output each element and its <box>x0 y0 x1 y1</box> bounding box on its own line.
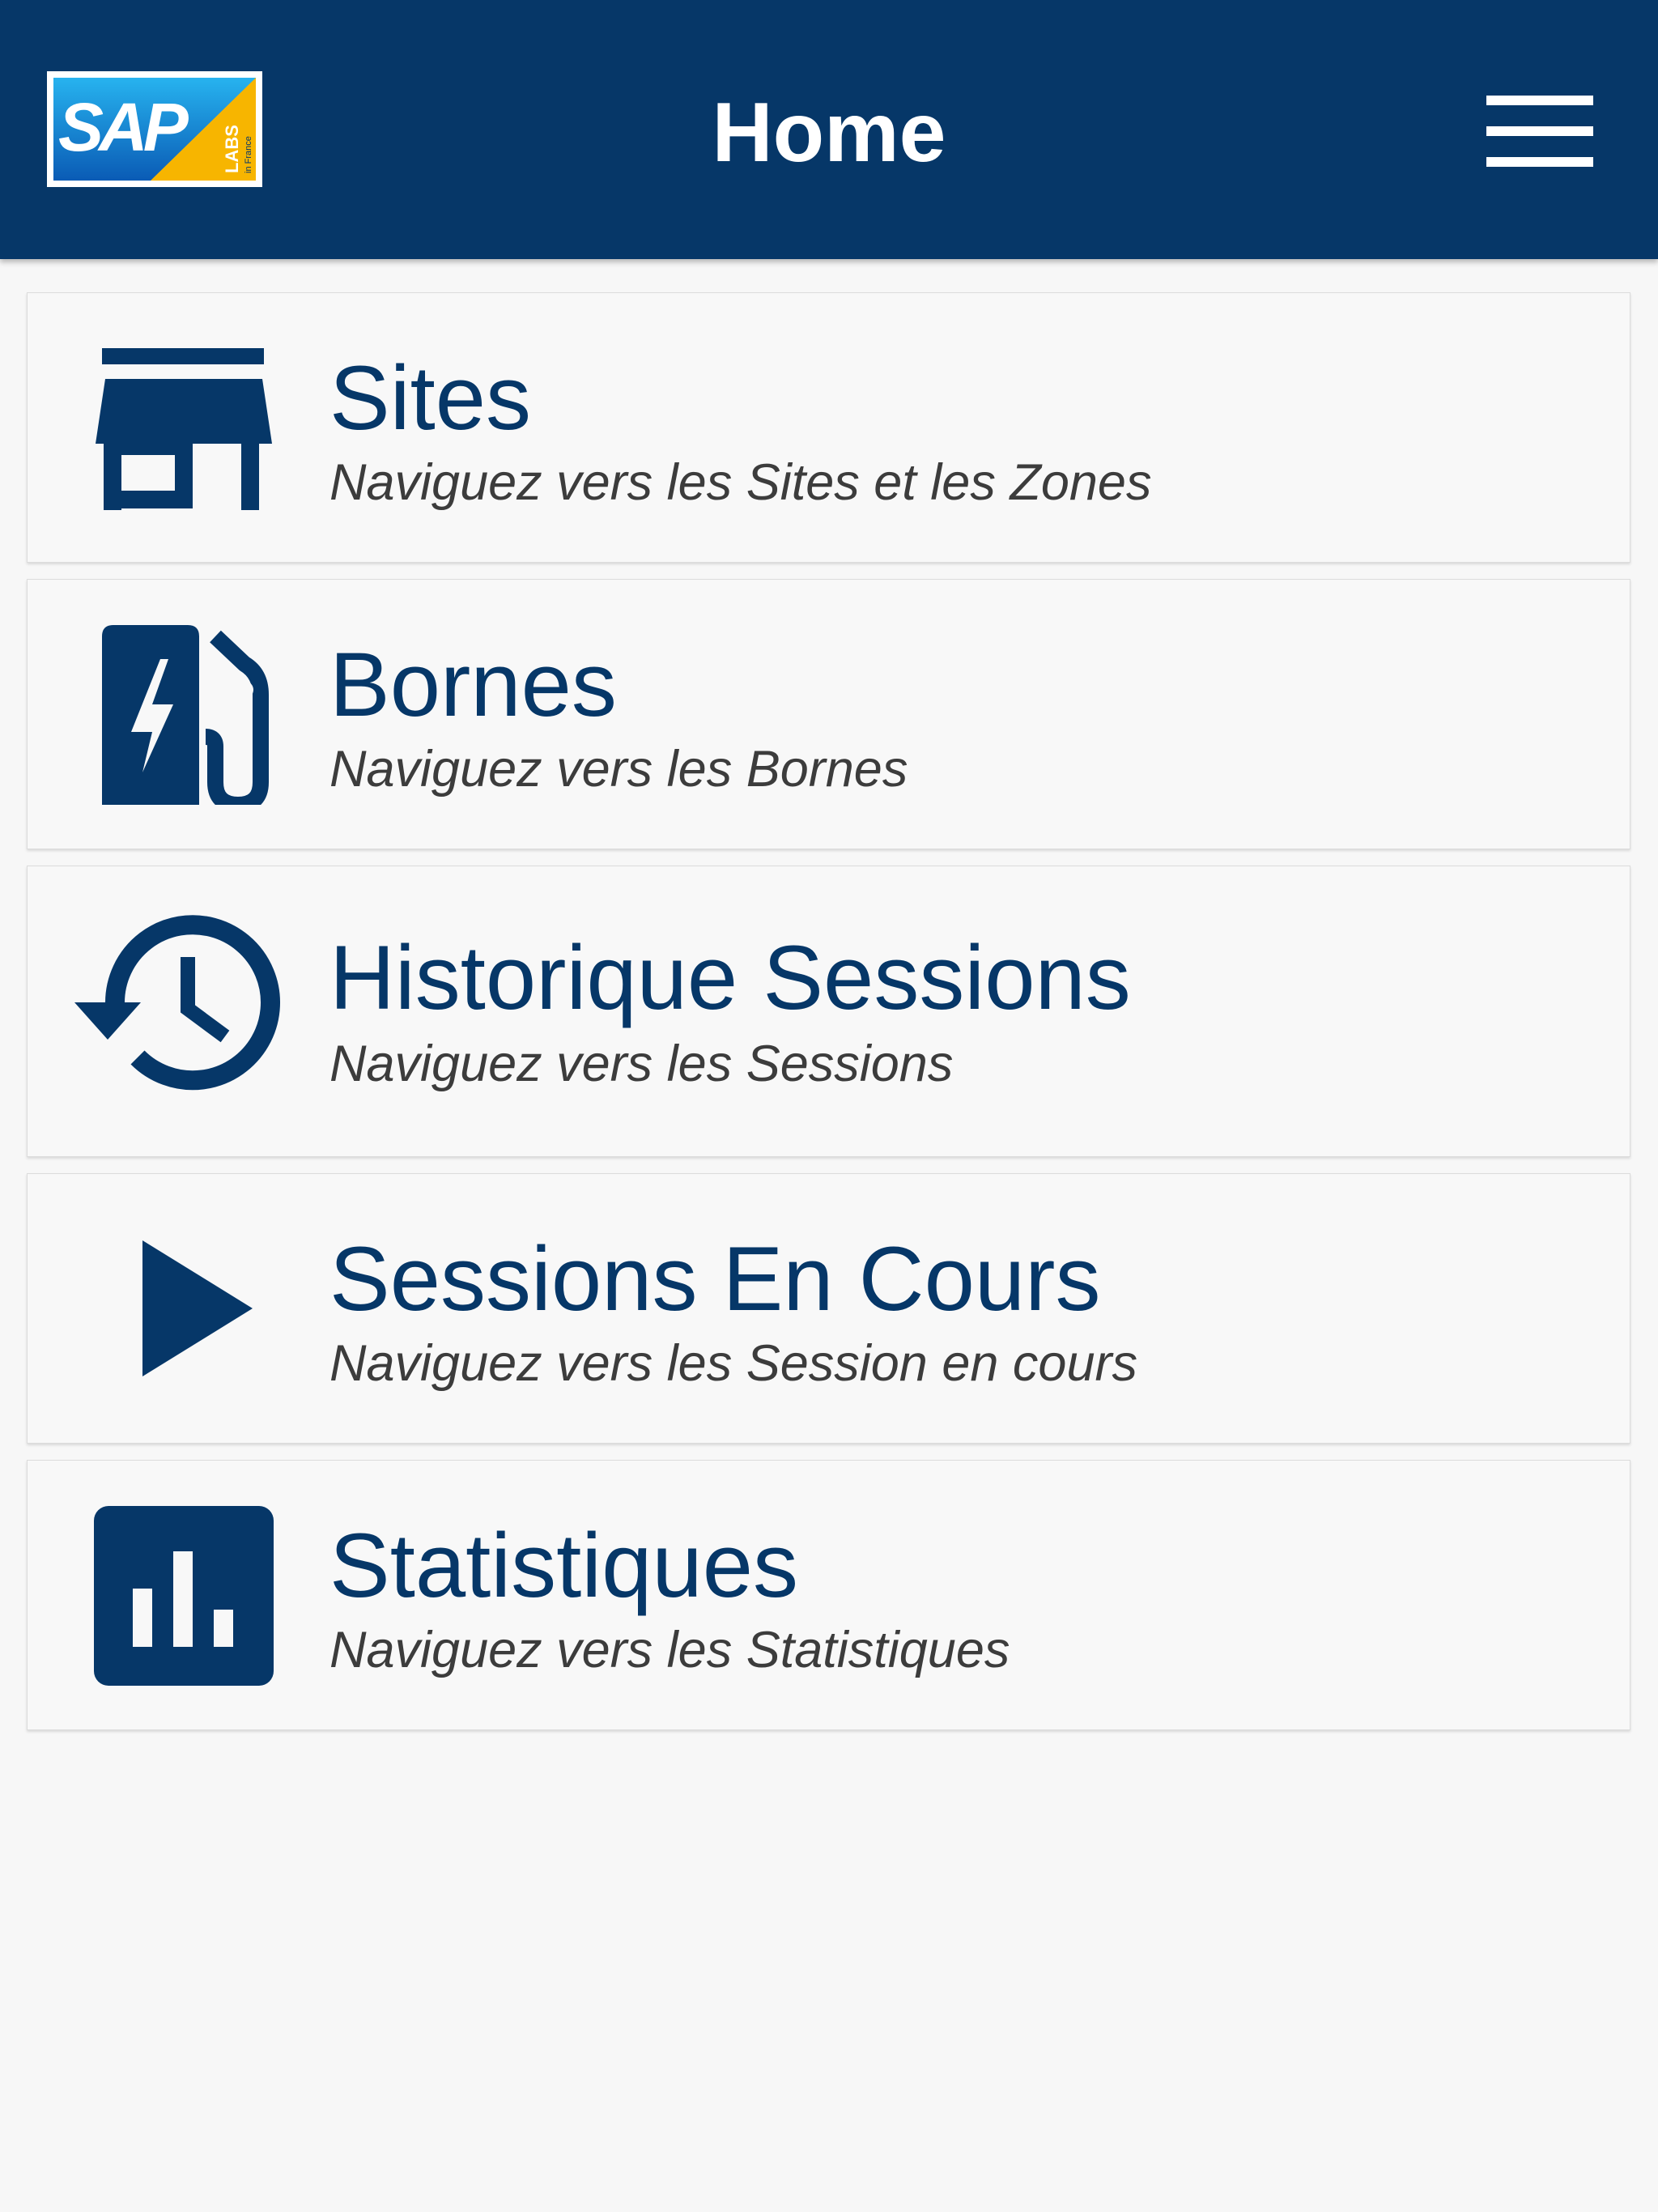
bar-chart-icon <box>94 1506 274 1686</box>
nav-item-subtitle: Naviguez vers les Bornes <box>329 741 908 798</box>
nav-item-subtitle: Naviguez vers les Sessions <box>329 1036 954 1092</box>
nav-item-historique-sessions[interactable]: Historique Sessions Naviguez vers les Se… <box>27 866 1630 1157</box>
menu-bar-middle <box>1486 126 1593 136</box>
nav-item-subtitle: Naviguez vers les Statistiques <box>329 1622 1010 1678</box>
menu-bar-top <box>1486 96 1593 105</box>
nav-item-statistiques[interactable]: Statistiques Naviguez vers les Statistiq… <box>27 1460 1630 1730</box>
play-icon <box>142 1240 253 1376</box>
app-header: SAP LABS in France Home <box>0 0 1658 259</box>
nav-item-sites[interactable]: Sites Naviguez vers les Sites et les Zon… <box>27 292 1630 563</box>
nav-item-sessions-en-cours[interactable]: Sessions En Cours Naviguez vers les Sess… <box>27 1173 1630 1444</box>
page-title: Home <box>712 86 946 180</box>
nav-item-subtitle: Naviguez vers les Sites et les Zones <box>329 454 1152 511</box>
nav-item-title: Sites <box>329 347 531 449</box>
nav-item-title: Bornes <box>329 634 617 735</box>
nav-item-title: Statistiques <box>329 1515 798 1616</box>
store-icon <box>96 348 272 510</box>
nav-item-title: Sessions En Cours <box>329 1228 1101 1329</box>
nav-item-title: Historique Sessions <box>329 927 1131 1028</box>
menu-bar-bottom <box>1486 157 1593 167</box>
ev-charger-icon <box>102 625 269 805</box>
nav-item-subtitle: Naviguez vers les Session en cours <box>329 1335 1137 1392</box>
hamburger-menu-icon[interactable] <box>1482 91 1595 172</box>
history-icon <box>74 915 280 1091</box>
nav-item-bornes[interactable]: Bornes Naviguez vers les Bornes <box>27 579 1630 849</box>
